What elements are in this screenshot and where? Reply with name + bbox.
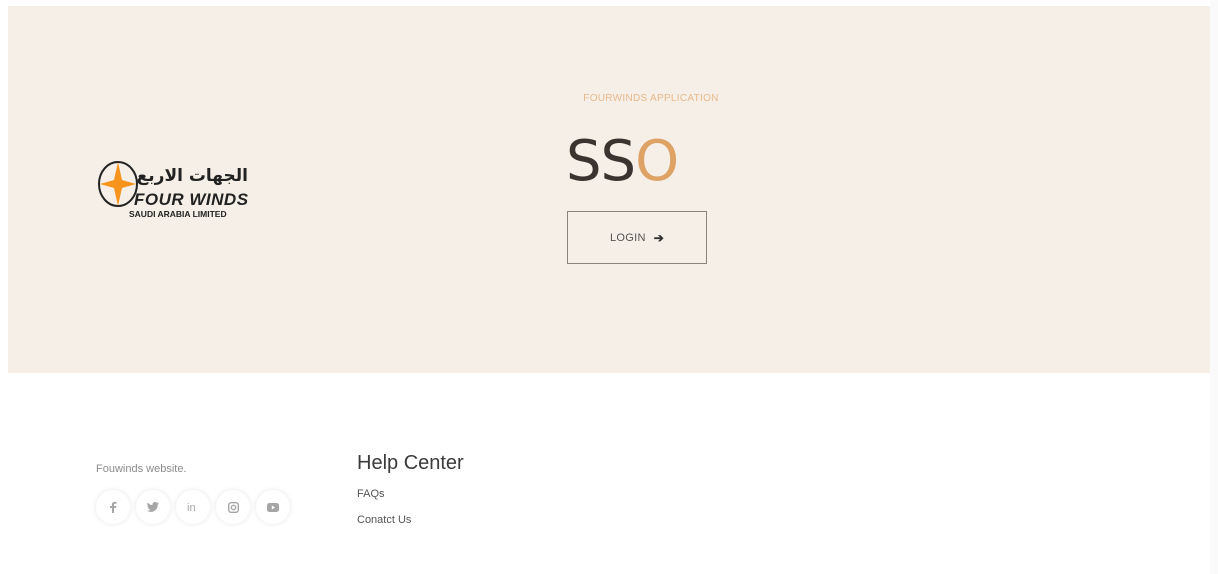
svg-text:in: in [187,502,196,512]
help-center-heading: Help Center [357,452,464,474]
website-label: Fouwinds website. [96,463,187,475]
title-accent: O [635,129,679,194]
login-button[interactable]: LOGIN ➔ [567,211,707,264]
contact-us-link[interactable]: Conatct Us [357,514,411,526]
youtube-icon[interactable] [256,490,290,524]
company-logo: الجهات الاربع FOUR WINDS SAUDI ARABIA LI… [96,156,266,226]
logo-subtitle: SAUDI ARABIA LIMITED [129,209,227,219]
app-label: FOURWINDS APPLICATION [583,93,719,104]
logo-arabic-text: الجهات الاربع [136,166,248,186]
faqs-link[interactable]: FAQs [357,488,385,500]
scrollbar[interactable] [1210,0,1218,574]
linkedin-icon[interactable]: in [176,490,210,524]
instagram-icon[interactable] [216,490,250,524]
arrow-right-icon: ➔ [653,230,665,245]
twitter-icon[interactable] [136,490,170,524]
hero-section: الجهات الاربع FOUR WINDS SAUDI ARABIA LI… [8,6,1210,373]
social-links: in [96,490,290,524]
title-main: SS [566,129,636,194]
page-title: SSO [566,134,679,198]
login-label: LOGIN [609,231,646,244]
facebook-icon[interactable] [96,490,130,524]
logo-english-text: FOUR WINDS [134,190,249,209]
